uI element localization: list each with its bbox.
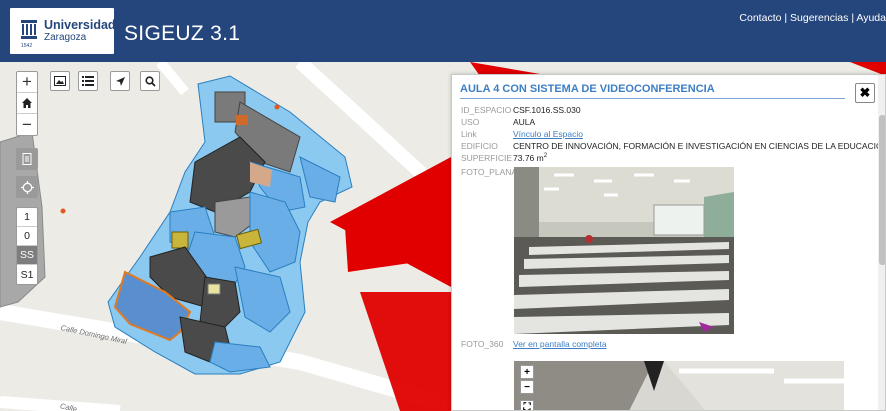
zoom-in-button[interactable]: + [17, 72, 37, 93]
room-yellow-2 [171, 231, 189, 249]
floor-button-ss[interactable]: SS [17, 246, 37, 265]
panorama-drawing [514, 361, 844, 410]
university-logo[interactable]: Universidad Zaragoza 1542 [10, 8, 116, 54]
popup-title: AULA 4 CON SISTEMA DE VIDEOCONFERENCIA [460, 83, 715, 95]
red-area-bottom [360, 292, 451, 411]
fullscreen-link[interactable]: Ver en pantalla completa [513, 339, 607, 349]
viewer-zoom-out-button[interactable]: − [520, 380, 534, 394]
image-icon [54, 76, 66, 86]
space-info-popup: AULA 4 CON SISTEMA DE VIDEOCONFERENCIA ✖… [451, 74, 886, 411]
top-links: Contacto | Sugerencias | Ayuda [739, 12, 886, 24]
field-key: EDIFICIO [461, 141, 498, 151]
popup-divider [460, 98, 845, 99]
zoom-out-button[interactable]: − [17, 114, 37, 135]
field-key: FOTO_PLANA [461, 167, 518, 177]
field-uso: USO AULA [461, 117, 535, 127]
logo-text-zaragoza: Zaragoza [44, 32, 87, 43]
field-link: Link Vínculo al Espacio [461, 129, 583, 139]
panorama-viewer[interactable]: + − ⛶ [514, 361, 844, 410]
room-orange [236, 115, 248, 125]
crest-icon [21, 20, 37, 39]
gps-button[interactable] [16, 176, 38, 198]
scrollbar-thumb[interactable] [879, 115, 885, 265]
logo-text-universidad: Universidad [44, 18, 116, 32]
popup-scrollbar[interactable] [878, 75, 885, 410]
locate-button[interactable] [110, 71, 130, 91]
app-header: Universidad Zaragoza 1542 SIGEUZ 3.1 Con… [0, 0, 886, 62]
field-value: AULA [513, 117, 536, 127]
floor-selector: 1 0 SS S1 [16, 207, 38, 285]
field-value: CSF.1016.SS.030 [513, 105, 581, 115]
home-button[interactable] [17, 93, 37, 114]
map-marker [274, 104, 280, 110]
search-icon [144, 75, 156, 87]
document-icon [22, 153, 32, 165]
field-value: CENTRO DE INNOVACIÓN, FORMACIÓN E INVEST… [513, 141, 886, 151]
close-button[interactable]: ✖ [855, 83, 875, 103]
classroom-photo [514, 167, 734, 334]
image-layer-button[interactable] [50, 71, 70, 91]
field-edificio: EDIFICIO CENTRO DE INNOVACIÓN, FORMACIÓN … [461, 141, 886, 151]
search-button[interactable] [140, 71, 160, 91]
target-icon [20, 180, 34, 194]
field-id-espacio: ID_ESPACIO CSF.1016.SS.030 [461, 105, 581, 115]
app-title: SIGEUZ 3.1 [124, 22, 241, 45]
field-value: 73.76 m [513, 153, 544, 163]
field-foto-plana: FOTO_PLANA [461, 167, 518, 177]
home-icon [22, 98, 32, 108]
road-top [156, 62, 189, 96]
logo-year: 1542 [21, 43, 33, 49]
unit-superscript: 2 [543, 153, 548, 160]
field-superficie: SUPERFICIE73.76 m2 [461, 153, 547, 163]
field-key: FOTO_360 [461, 339, 504, 349]
link-contacto[interactable]: Contacto [739, 12, 781, 24]
floor-button-0[interactable]: 0 [17, 227, 37, 246]
link-sugerencias[interactable]: Sugerencias [790, 12, 848, 24]
navigate-icon [115, 76, 125, 86]
viewer-fullscreen-button[interactable]: ⛶ [520, 400, 534, 410]
link-ayuda[interactable]: Ayuda [856, 12, 886, 24]
field-foto-360: FOTO_360 Ver en pantalla completa [461, 339, 607, 349]
field-key: ID_ESPACIO [461, 105, 512, 115]
field-key: SUPERFICIE [461, 153, 513, 163]
viewer-zoom-in-button[interactable]: + [520, 365, 534, 379]
list-icon [82, 76, 94, 86]
list-button[interactable] [78, 71, 98, 91]
zoom-controls: + − [16, 71, 38, 136]
field-key: Link [461, 129, 477, 139]
room-light-yellow [207, 283, 221, 295]
classroom-photo-drawing [514, 167, 734, 334]
field-key: USO [461, 117, 480, 127]
map-marker [60, 208, 66, 214]
floor-button-s1[interactable]: S1 [17, 265, 37, 284]
space-link[interactable]: Vínculo al Espacio [513, 129, 583, 139]
floor-button-1[interactable]: 1 [17, 208, 37, 227]
document-button[interactable] [16, 148, 38, 170]
